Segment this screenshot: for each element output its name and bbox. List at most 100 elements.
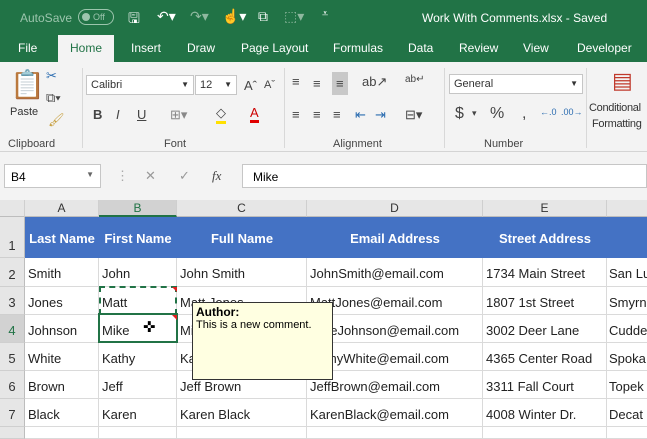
- table-cell[interactable]: 1807 1st Street: [483, 287, 607, 315]
- table-cell[interactable]: [99, 427, 177, 439]
- table-cell[interactable]: KathyWhite@email.com: [307, 343, 483, 371]
- merge-center-icon[interactable]: ⊟▾: [405, 107, 422, 123]
- font-name-dropdown[interactable]: Calibri▼: [86, 75, 194, 95]
- tab-review[interactable]: Review: [459, 41, 498, 55]
- row-header-5[interactable]: 5: [0, 343, 25, 371]
- row-header-1[interactable]: 1: [0, 217, 25, 258]
- row-header-8[interactable]: [0, 427, 25, 439]
- table-cell[interactable]: Jeff: [99, 371, 177, 399]
- redo-icon[interactable]: ↷▾: [190, 8, 209, 25]
- table-cell[interactable]: Karen: [99, 399, 177, 427]
- currency-button[interactable]: $: [455, 105, 464, 123]
- select-all-button[interactable]: [0, 200, 25, 217]
- orientation-icon[interactable]: ab↗: [362, 74, 387, 90]
- row-header-7[interactable]: 7: [0, 399, 25, 427]
- table-cell[interactable]: Karen Black: [177, 399, 307, 427]
- header-cell[interactable]: First Name: [99, 217, 177, 258]
- decrease-decimal-icon[interactable]: .00→: [561, 107, 583, 117]
- table-cell[interactable]: [25, 427, 99, 439]
- tab-page-layout[interactable]: Page Layout: [241, 41, 308, 55]
- table-cell[interactable]: 4365 Center Road: [483, 343, 607, 371]
- align-center-icon[interactable]: ≡: [313, 107, 321, 122]
- header-cell[interactable]: Last Name: [25, 217, 99, 258]
- table-cell[interactable]: KarenBlack@email.com: [307, 399, 483, 427]
- table-cell[interactable]: White: [25, 343, 99, 371]
- paste-button[interactable]: Paste: [10, 106, 38, 118]
- currency-dropdown-icon[interactable]: ▾: [472, 108, 477, 119]
- table-cell[interactable]: [483, 427, 607, 439]
- table-cell[interactable]: Jones: [25, 287, 99, 315]
- increase-indent-icon[interactable]: ⇥: [375, 107, 386, 123]
- tab-draw[interactable]: Draw: [187, 41, 215, 55]
- fill-color-icon[interactable]: ◇: [216, 105, 226, 124]
- decrease-indent-icon[interactable]: ⇤: [355, 107, 366, 123]
- decrease-font-icon[interactable]: Aˇ: [264, 79, 275, 91]
- header-cell[interactable]: Email Address: [307, 217, 483, 258]
- comma-button[interactable]: ,: [522, 105, 526, 123]
- table-cell[interactable]: Spoka: [607, 343, 647, 371]
- bold-button[interactable]: B: [93, 107, 102, 122]
- touch-mode-icon[interactable]: ☝▾: [222, 8, 246, 25]
- table-cell[interactable]: Kathy: [99, 343, 177, 371]
- table-cell[interactable]: MattJones@email.com: [307, 287, 483, 315]
- name-box[interactable]: B4▼: [4, 164, 101, 188]
- wrap-text-icon[interactable]: ab↵: [405, 74, 425, 85]
- paste-icon[interactable]: 📋: [10, 68, 45, 101]
- table-cell[interactable]: Johnson: [25, 315, 99, 343]
- table-cell[interactable]: 3002 Deer Lane: [483, 315, 607, 343]
- number-format-dropdown[interactable]: General▼: [449, 74, 583, 94]
- column-header-c[interactable]: C: [177, 200, 307, 217]
- table-cell[interactable]: Decat: [607, 399, 647, 427]
- tab-developer[interactable]: Developer: [577, 41, 632, 55]
- column-header-a[interactable]: A: [25, 200, 99, 217]
- row-header-4[interactable]: 4: [0, 315, 25, 343]
- column-header-d[interactable]: D: [307, 200, 483, 217]
- save-icon[interactable]: 🖫: [128, 8, 140, 32]
- table-cell[interactable]: JeffBrown@email.com: [307, 371, 483, 399]
- tab-home[interactable]: Home: [58, 35, 114, 62]
- row-header-2[interactable]: 2: [0, 258, 25, 287]
- comment-box[interactable]: Author: This is a new comment.: [192, 302, 333, 380]
- increase-font-icon[interactable]: Aˆ: [244, 78, 257, 93]
- table-cell[interactable]: John: [99, 258, 177, 287]
- table-cell[interactable]: 4008 Winter Dr.: [483, 399, 607, 427]
- conditional-formatting-button[interactable]: Conditional: [589, 102, 641, 114]
- tab-data[interactable]: Data: [408, 41, 433, 55]
- table-cell[interactable]: [177, 427, 307, 439]
- column-header-b[interactable]: B: [99, 200, 177, 217]
- bottom-align-icon[interactable]: ≡: [332, 72, 348, 95]
- percent-button[interactable]: %: [490, 105, 504, 123]
- enter-icon[interactable]: ✓: [179, 168, 190, 184]
- font-size-dropdown[interactable]: 12▼: [195, 75, 237, 95]
- column-header-f[interactable]: [607, 200, 647, 217]
- align-right-icon[interactable]: ≡: [333, 107, 341, 122]
- insert-function-icon[interactable]: fx: [212, 168, 221, 184]
- table-cell[interactable]: 3311 Fall Court: [483, 371, 607, 399]
- table-cell[interactable]: 1734 Main Street: [483, 258, 607, 287]
- row-header-3[interactable]: 3: [0, 287, 25, 315]
- copy-icon[interactable]: ⧉▾: [46, 90, 61, 106]
- underline-button[interactable]: U: [137, 107, 146, 122]
- table-cell[interactable]: Cudde: [607, 315, 647, 343]
- column-header-e[interactable]: E: [483, 200, 607, 217]
- customize-qat-icon[interactable]: ⩡: [322, 8, 328, 21]
- table-cell[interactable]: John Smith: [177, 258, 307, 287]
- table-cell[interactable]: [307, 427, 483, 439]
- middle-align-icon[interactable]: ≡: [313, 76, 321, 91]
- table-cell[interactable]: [607, 427, 647, 439]
- shape-icon[interactable]: ⬚▾: [284, 8, 304, 25]
- borders-icon[interactable]: ⊞▾: [170, 107, 187, 123]
- formula-input[interactable]: Mike: [242, 164, 647, 188]
- row-header-6[interactable]: 6: [0, 371, 25, 399]
- header-cell[interactable]: Full Name: [177, 217, 307, 258]
- more-icon[interactable]: ⋮: [116, 168, 129, 184]
- org-chart-icon[interactable]: ⧉: [258, 8, 268, 25]
- conditional-formatting-icon[interactable]: ▤: [612, 68, 633, 94]
- format-painter-icon[interactable]: 🖌: [48, 112, 65, 128]
- tab-formulas[interactable]: Formulas: [333, 41, 383, 55]
- header-cell[interactable]: Street Address: [483, 217, 607, 258]
- header-cell[interactable]: [607, 217, 647, 258]
- align-left-icon[interactable]: ≡: [292, 107, 300, 122]
- table-cell[interactable]: Brown: [25, 371, 99, 399]
- table-cell[interactable]: Topek: [607, 371, 647, 399]
